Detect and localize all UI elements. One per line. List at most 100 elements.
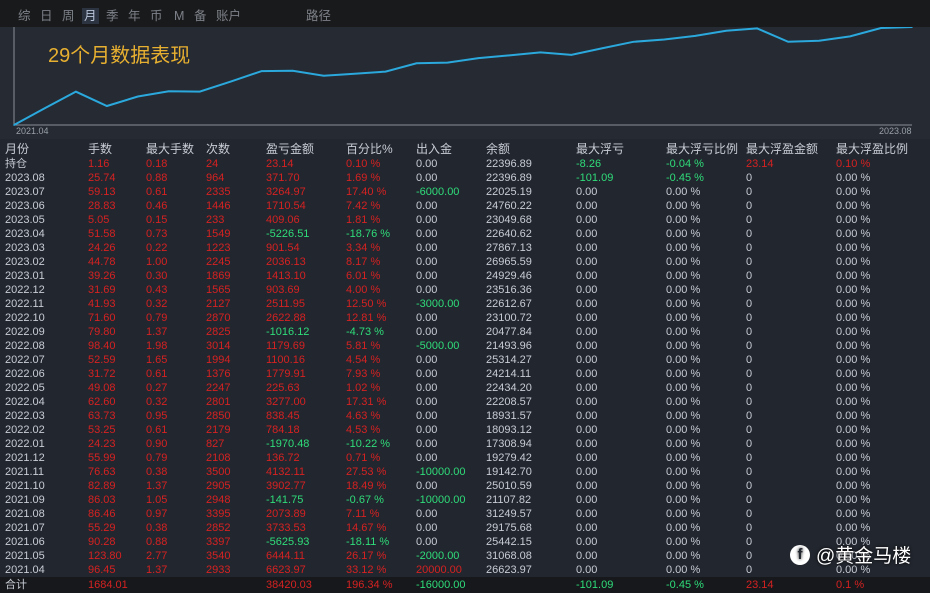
- tab-10[interactable]: 路径: [304, 8, 333, 24]
- cell-pnl: 784.18: [266, 424, 300, 436]
- cell-pnl: -141.75: [266, 494, 304, 506]
- cell-max-float-loss: 0.00: [576, 326, 598, 338]
- cell-deposit: 0.00: [416, 438, 438, 450]
- cell-lots: 123.80: [88, 550, 122, 562]
- cell-max-lots: 0.95: [146, 410, 168, 422]
- cell-month: 2023.05: [5, 214, 45, 226]
- cell-balance: 22434.20: [486, 382, 532, 394]
- tab-3[interactable]: 月: [82, 8, 99, 24]
- cell-max-float-loss: 0.00: [576, 256, 598, 268]
- cell-pnl: 2511.95: [266, 298, 305, 310]
- cell-max-float-profit-pct: 0.10 %: [836, 158, 871, 170]
- cell-max-float-profit: 0: [746, 284, 753, 296]
- equity-point-2022.12: [663, 38, 666, 41]
- tab-6[interactable]: 币: [148, 8, 165, 24]
- cell-month: 2023.08: [5, 172, 45, 184]
- cell-max-float-profit: 0: [746, 382, 753, 394]
- cell-balance: 23516.36: [486, 284, 532, 296]
- cell-max-float-profit-pct: 0.00 %: [836, 242, 871, 254]
- cell-max-lots: 0.46: [146, 200, 168, 212]
- cell-lots: 55.99: [88, 452, 116, 464]
- tab-0[interactable]: 综: [16, 8, 33, 24]
- monthly-stats-table: 月份 手数 最大手数 次数 盈亏金额 百分比% 出入金 余额 最大浮亏 最大浮亏比例 最大浮盈金额 最…: [0, 141, 930, 593]
- tab-9[interactable]: 账户: [214, 8, 243, 24]
- header-max-float-loss: 最大浮亏: [576, 142, 625, 156]
- cell-percent: 7.42 %: [346, 200, 381, 212]
- cell-percent: -4.73 %: [346, 326, 384, 338]
- equity-point-2021.05: [75, 90, 77, 93]
- cell-pnl: 2073.89: [266, 508, 306, 520]
- tab-4[interactable]: 季: [104, 8, 121, 24]
- cell-max-float-loss-pct: 0.00 %: [666, 564, 701, 576]
- cell-max-float-loss: 0.00: [576, 466, 598, 478]
- cell-percent: 14.67 %: [346, 522, 387, 534]
- cell-max-float-loss: 0.00: [576, 298, 598, 310]
- tab-1[interactable]: 日: [38, 8, 55, 24]
- cell-percent: 4.54 %: [346, 354, 381, 366]
- cell-month: 2021.04: [5, 564, 45, 576]
- cell-max-float-loss-pct: 0.00 %: [666, 326, 701, 338]
- cell-percent: 0.10 %: [346, 158, 381, 170]
- cell-percent: -18.11 %: [346, 536, 390, 548]
- equity-point-2021.09: [198, 90, 201, 93]
- cell-lots: 25.74: [88, 172, 116, 184]
- cell-month: 2021.07: [5, 522, 45, 534]
- cell-month: 2022.04: [5, 396, 45, 408]
- cell-percent: -18.76 %: [346, 228, 391, 240]
- equity-point-2022.09: [570, 54, 573, 56]
- cell-max-lots: 0.61: [146, 186, 168, 198]
- cell-month: 2022.11: [5, 298, 44, 310]
- header-pnl: 盈亏金额: [266, 142, 315, 156]
- cell-pnl: 838.45: [266, 410, 300, 422]
- table-row: 持仓 1.16 0.18 24 23.14 0.10 % 0.00 22396.89 -8.26…: [0, 157, 930, 171]
- cell-max-float-loss-pct: -0.04 %: [666, 158, 704, 170]
- cell-count: 2245: [206, 256, 231, 268]
- tab-7[interactable]: M: [172, 8, 186, 24]
- cell-balance: 17308.94: [486, 438, 532, 450]
- equity-point-2023.04: [787, 40, 789, 43]
- cell-max-float-profit: 0: [746, 214, 753, 226]
- cell-pnl: 3902.77: [266, 480, 306, 492]
- cell-pnl: 3733.53: [266, 522, 306, 534]
- cell-count: 3014: [206, 340, 231, 352]
- equity-point-2023.07: [880, 27, 882, 29]
- cell-lots: 31.72: [88, 368, 116, 380]
- tab-8[interactable]: 备: [192, 8, 209, 24]
- cell-deposit: 0.00: [416, 522, 438, 534]
- cell-percent: 196.34 %: [346, 579, 393, 591]
- tab-2[interactable]: 周: [60, 8, 77, 24]
- cell-lots: 82.89: [88, 480, 116, 492]
- table-row: 2022.09 79.80 1.37 2825 -1016.12 -4.73 % 0.00 2…: [0, 325, 930, 339]
- cell-count: 827: [206, 438, 225, 450]
- cell-max-float-profit-pct: 0.00 %: [836, 494, 871, 506]
- cell-count: 2825: [206, 326, 231, 338]
- equity-point-2021.08: [168, 90, 170, 93]
- cell-balance: 26623.97: [486, 564, 532, 576]
- cell-balance: 22025.19: [486, 186, 532, 198]
- header-balance: 余额: [486, 142, 511, 156]
- cell-max-lots: 1.00: [146, 256, 168, 268]
- cell-lots: 55.29: [88, 522, 116, 534]
- cell-max-lots: 0.73: [146, 228, 168, 240]
- equity-point-2023.01: [694, 35, 697, 37]
- cell-max-lots: 0.88: [146, 172, 168, 184]
- x-axis-end-label: 2023.08: [879, 126, 912, 136]
- cell-count: 1549: [206, 228, 231, 240]
- cell-count: 2108: [206, 452, 231, 464]
- cell-max-float-profit-pct: 0.00 %: [836, 312, 871, 324]
- cell-max-lots: 0.61: [146, 424, 168, 436]
- table-row: 2023.01 39.26 0.30 1869 1413.10 6.01 % 0.00 249…: [0, 269, 930, 283]
- cell-max-float-loss: 0.00: [576, 452, 598, 464]
- cell-max-float-loss: 0.00: [576, 536, 598, 548]
- cell-pnl: 23.14: [266, 158, 294, 170]
- cell-max-float-loss-pct: 0.00 %: [666, 382, 701, 394]
- cell-month: 2023.04: [5, 228, 45, 240]
- tab-5[interactable]: 年: [126, 8, 143, 24]
- cell-month: 2021.12: [5, 452, 45, 464]
- cell-max-float-profit: 0: [746, 270, 753, 282]
- cell-max-float-loss-pct: 0.00 %: [666, 396, 701, 408]
- cell-max-lots: 0.38: [146, 466, 168, 478]
- equity-point-2022.08: [539, 51, 542, 54]
- cell-percent: 5.81 %: [346, 340, 381, 352]
- cell-count: 2335: [206, 186, 231, 198]
